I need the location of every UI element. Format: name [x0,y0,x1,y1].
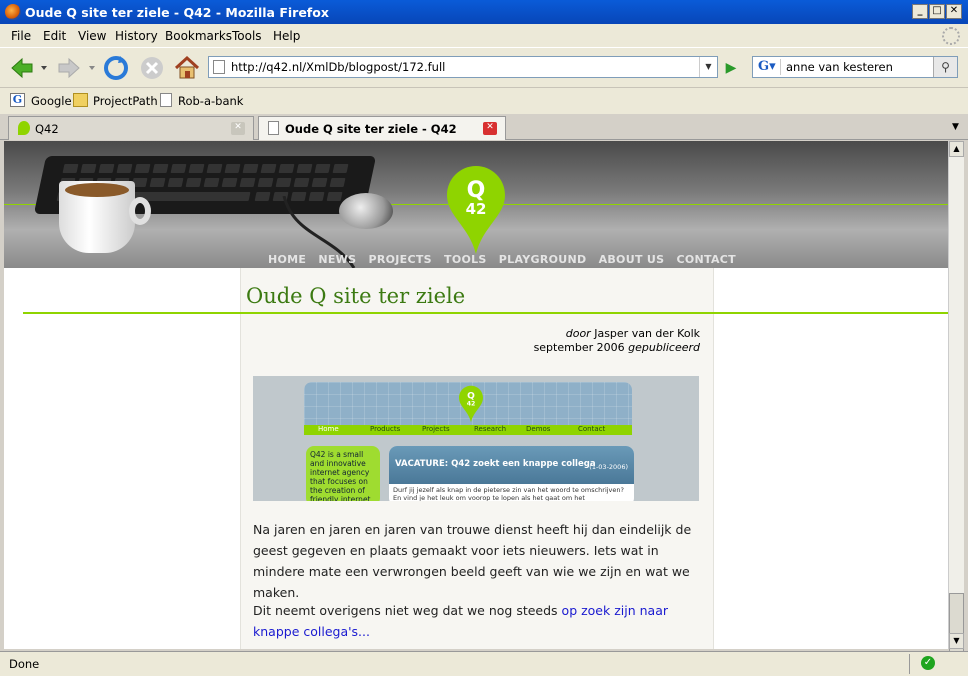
by-prefix: door [565,327,591,340]
google-icon: G [10,93,25,107]
menu-view[interactable]: View [78,29,106,43]
tab-bar: Q42 ✕ Oude Q site ter ziele - Q42 ✕ ▼ [0,114,968,140]
search-input[interactable] [786,59,926,75]
vacature-body: Durf jij jezelf als knap in de pieterse … [393,486,624,501]
logo-number: 42 [466,200,487,218]
status-text: Done [9,657,40,671]
maximize-button[interactable]: □ [929,4,945,19]
coffee-cup-image [59,181,151,253]
go-button[interactable]: ▶ [722,59,740,77]
old-nav-projects: Projects [422,425,450,433]
stop-icon[interactable] [138,54,166,82]
old-nav-demos: Demos [526,425,551,433]
old-site-nav: Home Products Projects Research Demos Co… [304,425,632,435]
q42-favicon [18,121,30,135]
post-byline: door Jasper van der Kolk september 2006 … [534,327,700,355]
site-nav: HOME NEWS PROJECTS TOOLS PLAYGROUND ABOU… [268,253,744,266]
post-paragraph-1: Na jaren en jaren en jaren van trouwe di… [253,522,692,600]
nav-projects[interactable]: PROJECTS [368,253,431,266]
address-bar[interactable]: ▼ [208,56,718,78]
old-q42-logo-icon: Q 42 [459,385,483,423]
site-header: Q 42 HOME NEWS PROJECTS TOOLS PLAYGROUND… [4,141,948,268]
title-underline [23,312,948,314]
close-tab-icon[interactable]: ✕ [483,122,497,135]
page-icon [213,60,225,74]
page-content: Q 42 HOME NEWS PROJECTS TOOLS PLAYGROUND… [4,141,948,649]
reload-icon[interactable] [102,54,130,82]
window-title: Oude Q site ter ziele - Q42 - Mozilla Fi… [25,5,329,20]
old-site-vacature: VACATURE: Q42 zoekt een knappe collega (1… [389,446,634,501]
menu-edit[interactable]: Edit [43,29,66,43]
nav-contact[interactable]: CONTACT [676,253,735,266]
author-name: Jasper van der Kolk [594,327,700,340]
tab-list-icon[interactable]: ▼ [952,122,959,132]
date-suffix: gepubliceerd [628,341,700,354]
forward-button[interactable] [55,54,83,82]
search-bar[interactable]: G▾ ⚲ [752,56,958,78]
checkmark-icon: ✓ [921,656,935,670]
menu-history[interactable]: History [115,29,158,43]
vacature-title: VACATURE: Q42 zoekt een knappe collega [395,459,596,469]
old-nav-research: Research [474,425,507,433]
old-site-screenshot: Q 42 Home Products Projects Research Dem… [253,376,699,501]
vertical-scrollbar[interactable]: ▲ ▼ [948,141,964,673]
throbber-icon [942,27,960,45]
nav-about-us[interactable]: ABOUT US [599,253,665,266]
old-nav-contact: Contact [578,425,606,433]
tab-active[interactable]: Oude Q site ter ziele - Q42 ✕ [258,116,506,140]
bookmark-rob-a-bank[interactable]: Rob-a-bank [178,94,243,108]
back-button[interactable] [8,54,36,82]
nav-home[interactable]: HOME [268,253,306,266]
tab-label: Oude Q site ter ziele - Q42 [285,122,457,136]
nav-tools[interactable]: TOOLS [444,253,487,266]
status-bar: Done ✓ [0,651,968,676]
old-nav-products: Products [370,425,401,433]
menu-bar: File Edit View History Bookmarks Tools H… [0,24,968,47]
folder-icon [73,93,88,107]
scroll-up-icon[interactable]: ▲ [949,141,964,157]
home-icon[interactable] [173,54,201,82]
menu-file[interactable]: File [11,29,31,43]
tab-q42[interactable]: Q42 ✕ [8,116,254,140]
vacature-date: (1-03-2006) [589,463,628,471]
minimize-button[interactable]: _ [912,4,928,19]
search-icon[interactable]: ⚲ [933,57,957,77]
back-dropdown-icon[interactable] [40,64,48,72]
url-input[interactable] [231,59,701,75]
bookmark-projectpath[interactable]: ProjectPath [93,94,158,108]
menu-tools[interactable]: Tools [232,29,262,43]
post-date: september 2006 [533,341,625,354]
old-logo-letter: Q [467,392,475,402]
tab-label: Q42 [35,122,59,136]
nav-playground[interactable]: PLAYGROUND [499,253,587,266]
bookmark-google[interactable]: Google [31,94,72,108]
post-title: Oude Q site ter ziele [246,284,466,308]
google-engine-icon[interactable]: G▾ [755,59,781,75]
menu-help[interactable]: Help [273,29,300,43]
page-icon [268,121,279,135]
close-tab-icon[interactable]: ✕ [231,122,245,135]
page-icon [160,93,172,107]
bookmarks-toolbar: G Google ProjectPath Rob-a-bank [0,87,968,114]
q42-logo-icon[interactable]: Q 42 [447,166,505,254]
old-site-intro: Q42 is a small and innovative internet a… [306,446,380,501]
nav-news[interactable]: NEWS [318,253,356,266]
old-nav-home: Home [318,425,339,433]
computer-mouse-image [339,193,393,229]
old-logo-number: 42 [467,401,476,408]
url-dropdown-icon[interactable]: ▼ [699,57,717,77]
navigation-toolbar: ▼ ▶ G▾ ⚲ [0,47,968,87]
post-paragraph-2: Dit neemt overigens niet weg dat we nog … [253,600,703,642]
menu-bookmarks[interactable]: Bookmarks [165,29,232,43]
window-titlebar: Oude Q site ter ziele - Q42 - Mozilla Fi… [0,0,968,24]
close-window-button[interactable]: ✕ [946,4,962,19]
firefox-icon [5,4,21,20]
forward-dropdown-icon[interactable] [88,64,96,72]
paragraph-2-text: Dit neemt overigens niet weg dat we nog … [253,603,562,618]
scroll-down-icon[interactable]: ▼ [949,633,964,649]
